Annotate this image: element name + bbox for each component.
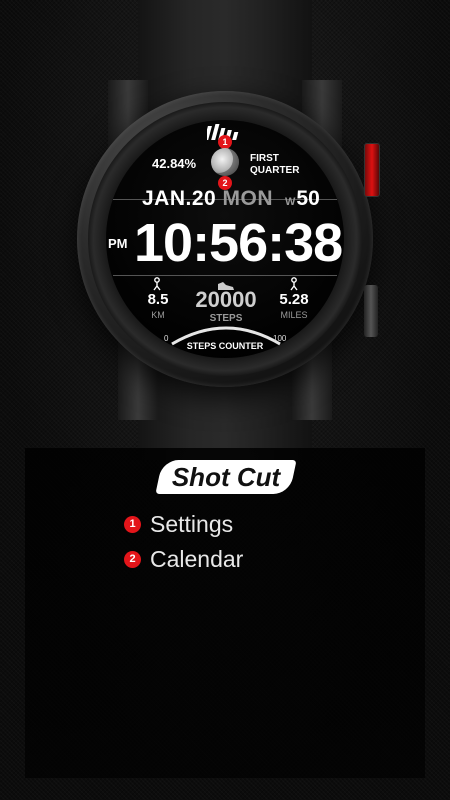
divider [113, 275, 337, 276]
week-number: 50 [296, 187, 320, 210]
shortcut-marker-settings[interactable]: 1 [218, 135, 232, 149]
shortcut-item-label: Settings [150, 510, 234, 537]
shortcut-panel [25, 448, 425, 778]
steps-counter-label: STEPS COUNTER [186, 341, 264, 351]
watch-home-button[interactable] [364, 143, 380, 197]
distance-miles-value: 5.28 [279, 291, 309, 308]
date-value: JAN.20 [142, 187, 217, 210]
moon-phase-line1: FIRST [250, 153, 279, 164]
moon-phase-label: FIRST QUARTER [250, 153, 299, 177]
day-of-week: MON [222, 187, 274, 210]
moon-percentage: 42.84% [152, 156, 197, 171]
shortcut-number-badge: 1 [124, 515, 141, 533]
watch-back-button[interactable] [364, 285, 378, 337]
gauge-max-label: 100 [273, 334, 287, 343]
steps-value: 20000 [195, 287, 257, 312]
shortcut-item-label: Calendar [150, 545, 244, 572]
time-display: 10:56:38 [134, 213, 343, 273]
distance-km-value: 8.5 [147, 291, 169, 308]
week-prefix: W [285, 196, 296, 208]
shortcut-item-settings[interactable]: 1 Settings [124, 511, 233, 537]
shortcut-number-badge: 2 [124, 550, 141, 568]
week-display: W50 [285, 187, 320, 211]
moon-icon [211, 148, 239, 176]
shortcut-item-calendar[interactable]: 2 Calendar [124, 546, 243, 572]
ampm-indicator: PM [108, 236, 128, 251]
panel-title: Shot Cut [171, 462, 281, 492]
moon-phase-line2: QUARTER [250, 165, 300, 176]
date-display: JAN.20 MON [142, 187, 273, 211]
gauge-min-label: 0 [164, 334, 169, 343]
